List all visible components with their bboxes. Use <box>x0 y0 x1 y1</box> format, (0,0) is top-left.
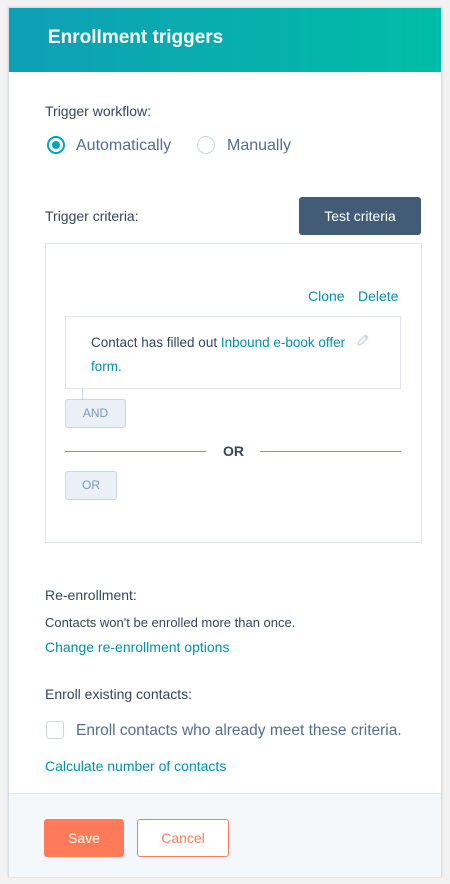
or-divider-label: OR <box>223 443 244 459</box>
save-button[interactable]: Save <box>44 819 124 857</box>
or-button[interactable]: OR <box>65 471 117 500</box>
trigger-workflow-label: Trigger workflow: <box>45 103 152 119</box>
change-reenrollment-link[interactable]: Change re-enrollment options <box>45 639 229 655</box>
trigger-criteria-label: Trigger criteria: <box>45 208 139 224</box>
and-button[interactable]: AND <box>65 399 126 428</box>
filter-description: Contact has filled out Inbound e-book of… <box>91 331 346 379</box>
radio-manually[interactable] <box>197 136 215 154</box>
cancel-button[interactable]: Cancel <box>137 819 229 857</box>
filter-card[interactable]: Contact has filled out Inbound e-book of… <box>65 316 401 389</box>
calculate-contacts-link[interactable]: Calculate number of contacts <box>45 758 226 774</box>
enroll-existing-checkbox-label[interactable]: Enroll contacts who already meet these c… <box>76 722 402 740</box>
enroll-existing-label: Enroll existing contacts: <box>45 686 193 702</box>
enrollment-triggers-panel: Enrollment triggers Trigger workflow: Au… <box>8 7 442 877</box>
or-divider-right <box>260 451 401 452</box>
test-criteria-button[interactable]: Test criteria <box>299 197 421 235</box>
radio-automatically[interactable] <box>47 136 65 154</box>
panel-title: Enrollment triggers <box>48 27 224 48</box>
or-divider-left <box>65 451 206 452</box>
panel-footer: Save Cancel <box>9 793 441 877</box>
panel-header: Enrollment triggers <box>9 8 441 72</box>
radio-manually-label[interactable]: Manually <box>227 137 291 155</box>
pencil-icon[interactable] <box>356 333 370 347</box>
filter-connector <box>82 389 83 399</box>
reenrollment-label: Re-enrollment: <box>45 587 137 603</box>
enroll-existing-checkbox[interactable] <box>46 721 64 739</box>
delete-link[interactable]: Delete <box>358 288 398 304</box>
clone-link[interactable]: Clone <box>308 288 345 304</box>
reenrollment-description: Contacts won't be enrolled more than onc… <box>45 615 296 630</box>
criteria-box: Clone Delete Contact has filled out Inbo… <box>45 243 422 543</box>
filter-prefix: Contact has filled out <box>91 335 221 350</box>
radio-automatically-label[interactable]: Automatically <box>76 137 171 155</box>
